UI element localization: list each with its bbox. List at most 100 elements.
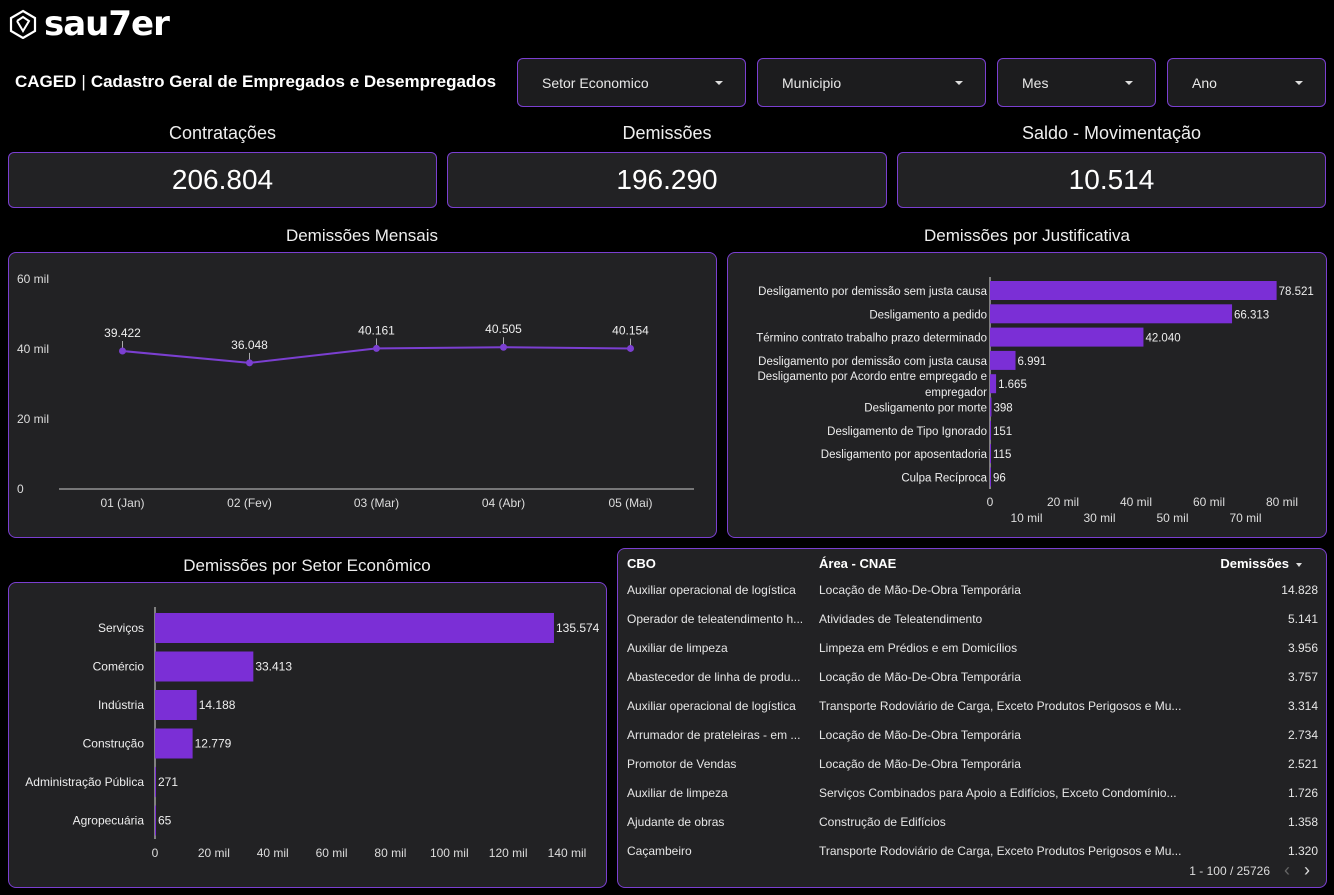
column-header-area-cnae[interactable]: Área - CNAE (819, 556, 896, 571)
data-label: 40.154 (612, 323, 649, 337)
table-row[interactable]: Auxiliar de limpeza Serviços Combinados p… (618, 780, 1326, 809)
x-tick-label: 05 (Mai) (608, 496, 652, 510)
x-tick-label: 40 mil (1120, 495, 1152, 509)
data-label: 40.505 (485, 322, 522, 336)
kpi-value-contratacoes: 206.804 (8, 152, 437, 208)
x-tick-label: 04 (Abr) (482, 496, 525, 510)
cell-cbo: Auxiliar de limpeza (627, 641, 728, 655)
table-row[interactable]: Operador de teleatendimento h... Atividad… (618, 606, 1326, 635)
bar (990, 444, 991, 464)
category-label: Serviços (98, 621, 144, 635)
caret-down-icon (955, 80, 963, 85)
x-tick-label: 0 (987, 495, 994, 509)
filter-ano[interactable]: Ano (1167, 58, 1326, 107)
cell-cbo: Auxiliar operacional de logística (627, 583, 796, 597)
column-header-demissoes[interactable]: Demissões (1220, 556, 1302, 571)
bar (990, 374, 997, 394)
data-point (373, 344, 380, 352)
x-tick-label: 01 (Jan) (100, 496, 144, 510)
filter-label: Setor Economico (542, 74, 649, 91)
cell-area-cnae: Locação de Mão-De-Obra Temporária (819, 757, 1021, 771)
cell-area-cnae: Locação de Mão-De-Obra Temporária (819, 728, 1021, 742)
bar (155, 651, 254, 682)
filter-label: Mes (1022, 74, 1049, 91)
table-row[interactable]: Auxiliar operacional de logística Transpo… (618, 693, 1326, 722)
data-label: 151 (993, 426, 1012, 438)
kpi-label-saldo: Saldo - Movimentação (1021, 123, 1202, 143)
x-tick-label: 30 mil (1083, 511, 1115, 525)
cell-area-cnae: Transporte Rodoviário de Carga, Exceto P… (819, 699, 1182, 713)
cell-demissoes: 1.726 (1287, 786, 1318, 800)
x-tick-label: 120 mil (489, 846, 528, 860)
table-row[interactable]: Ajudante de obras Construção de Edifícios… (618, 809, 1326, 838)
data-point (500, 343, 507, 351)
table-row[interactable]: Abastecedor de linha de produ... Locação … (618, 664, 1326, 693)
title-separator: | (81, 72, 86, 91)
bar (990, 304, 1233, 324)
bar (990, 350, 1016, 370)
cell-area-cnae: Serviços Combinados para Apoio a Edifíci… (819, 786, 1177, 800)
data-label: 96 (993, 472, 1006, 484)
data-point (246, 359, 253, 367)
data-label: 398 (993, 403, 1012, 415)
cell-demissoes: 1.358 (1287, 815, 1318, 829)
y-tick-label: 40 mil (17, 342, 49, 356)
category-label: Culpa Recíproca (901, 472, 987, 484)
bar (155, 805, 156, 836)
x-tick-label: 60 mil (1193, 495, 1225, 509)
data-label: 39.422 (104, 326, 141, 340)
category-label: Desligamento por demissão com justa caus… (758, 356, 987, 368)
table-row[interactable]: Auxiliar de limpeza Limpeza em Prédios e … (618, 635, 1326, 664)
x-tick-label: 140 mil (548, 846, 587, 860)
data-label: 65 (158, 814, 172, 828)
category-label: Desligamento a pedido (869, 309, 987, 321)
data-point (119, 347, 126, 355)
kpi-value-demissoes: 196.290 (447, 152, 887, 208)
next-page-icon[interactable]: › (1304, 860, 1310, 881)
bar (990, 397, 992, 417)
y-tick-label: 60 mil (17, 272, 49, 286)
cell-cbo: Promotor de Vendas (627, 757, 737, 771)
x-tick-label: 70 mil (1229, 511, 1261, 525)
x-tick-label: 20 mil (1047, 495, 1079, 509)
bar (155, 690, 197, 720)
brand-name: sau7er (44, 4, 170, 44)
cell-cbo: Caçambeiro (627, 844, 692, 858)
data-label: 14.188 (199, 698, 236, 712)
table-row[interactable]: Arrumador de prateleiras - em ... Locação… (618, 722, 1326, 751)
caret-down-icon (1295, 80, 1303, 85)
data-label: 271 (158, 775, 178, 789)
data-label: 36.048 (231, 338, 268, 352)
bar (990, 281, 1277, 300)
category-label: Desligamento por demissão sem justa caus… (758, 286, 987, 298)
cell-demissoes: 2.521 (1287, 757, 1318, 771)
x-tick-label: 80 mil (1266, 495, 1298, 509)
data-label: 78.521 (1279, 286, 1314, 298)
title-long: Cadastro Geral de Empregados e Desempreg… (90, 72, 497, 91)
cell-demissoes: 3.314 (1287, 699, 1318, 713)
table-row[interactable]: Promotor de Vendas Locação de Mão-De-Obra… (618, 751, 1326, 780)
data-label: 66.313 (1234, 309, 1269, 321)
filter-setor-economico[interactable]: Setor Economico (517, 58, 746, 107)
sort-desc-icon (1296, 562, 1302, 567)
table-header: CBO Área - CNAE Demissões (618, 549, 1326, 577)
filter-mes[interactable]: Mes (997, 58, 1156, 107)
bar (155, 767, 156, 797)
data-point (627, 344, 634, 352)
column-header-cbo[interactable]: CBO (627, 556, 656, 571)
monthly-line-chart: 0 20 mil 40 mil 60 mil 39.422 01 (Jan) 36.048 0… (17, 272, 694, 510)
cell-cbo: Arrumador de prateleiras - em ... (627, 728, 801, 742)
filter-municipio[interactable]: Municipio (757, 58, 986, 107)
x-tick-label: 0 (152, 846, 159, 860)
category-label: Construção (83, 737, 145, 751)
cell-demissoes: 3.757 (1287, 670, 1318, 684)
cell-cbo: Abastecedor de linha de produ... (627, 670, 801, 684)
cell-cbo: Auxiliar de limpeza (627, 786, 728, 800)
pagination: 1 - 100 / 25726 ‹ › (1189, 860, 1310, 881)
prev-page-icon[interactable]: ‹ (1284, 860, 1290, 881)
table-row[interactable]: Auxiliar operacional de logística Locação… (618, 577, 1326, 606)
data-label: 115 (993, 449, 1011, 461)
pagination-range: 1 - 100 / 25726 (1189, 863, 1270, 878)
cell-area-cnae: Locação de Mão-De-Obra Temporária (819, 583, 1021, 597)
x-tick-label: 03 (Mar) (354, 496, 399, 510)
